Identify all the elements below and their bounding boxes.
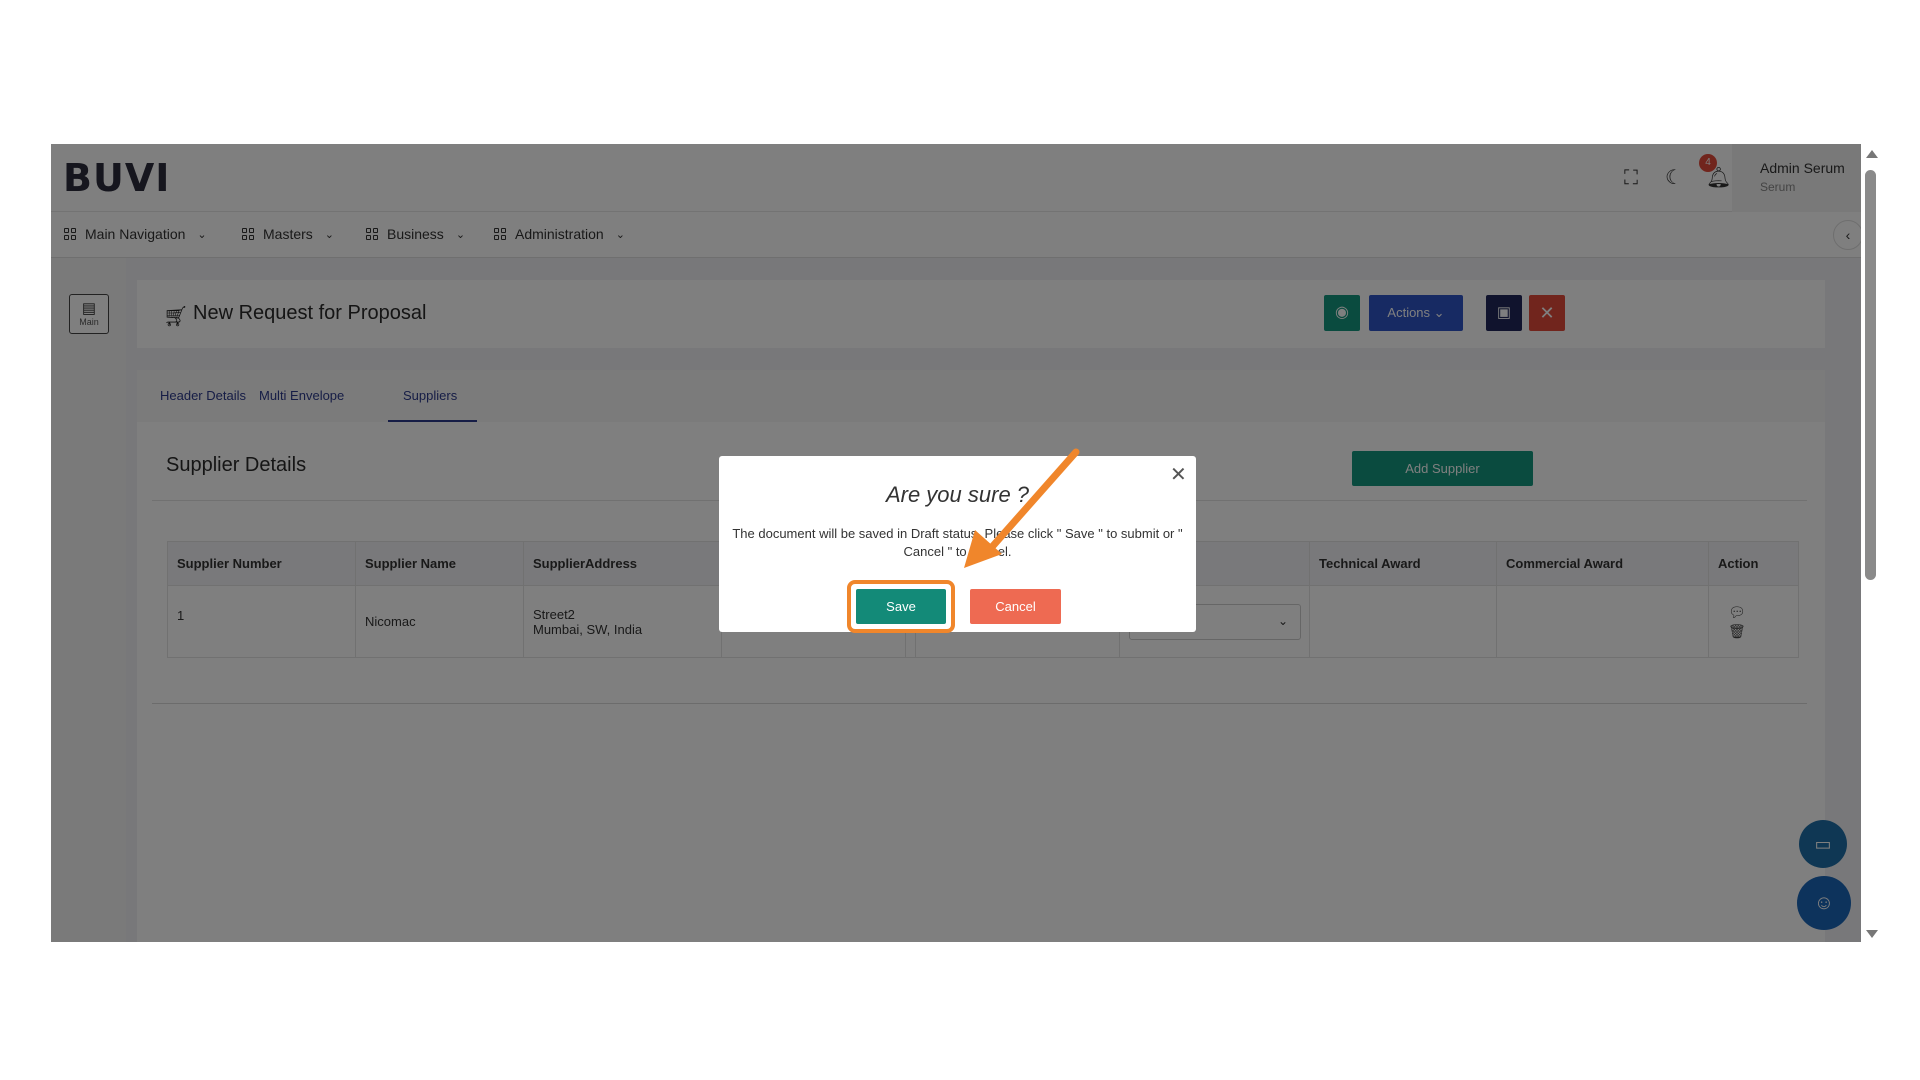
dialog-cancel-button[interactable]: Cancel xyxy=(970,589,1061,624)
dialog-message: The document will be saved in Draft stat… xyxy=(732,526,1183,559)
scroll-up-arrow[interactable] xyxy=(1866,150,1878,158)
scroll-down-arrow[interactable] xyxy=(1866,930,1878,938)
vertical-scrollbar[interactable] xyxy=(1861,144,1881,942)
scroll-thumb[interactable] xyxy=(1865,170,1876,580)
dialog-save-button[interactable]: Save xyxy=(856,589,946,624)
app-viewport: BUVI ⛶ ☾ 🔔︎ 4 Admin Serum Serum Main Nav… xyxy=(51,144,1861,942)
dialog-title: Are you sure ? xyxy=(885,482,1030,507)
confirm-dialog: ✕ Are you sure ? The document will be sa… xyxy=(719,456,1196,633)
